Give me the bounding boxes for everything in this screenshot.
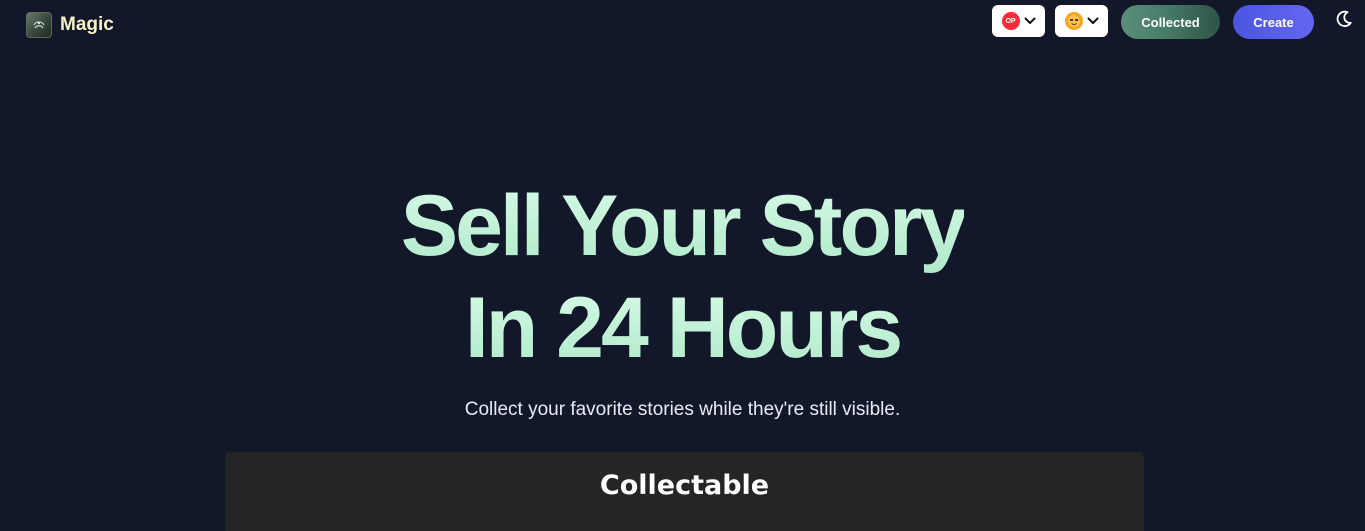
hero-title-line-1: Sell Your Story — [401, 175, 968, 277]
magic-logo-icon — [26, 12, 52, 38]
hero-heading: Sell Your Story In 24 Hours — [0, 175, 1365, 379]
network-badge: OP — [1001, 12, 1020, 30]
emoji-avatar-icon — [1064, 12, 1083, 30]
brand-name: Magic — [60, 14, 114, 35]
brand-home-link[interactable]: Magic — [26, 12, 114, 38]
hero-subtitle: Collect your favorite stories while they… — [464, 399, 901, 420]
collectable-panel: Collectable — [225, 452, 1144, 531]
network-selector[interactable]: OP — [992, 5, 1045, 37]
collected-button[interactable]: Collected — [1121, 5, 1220, 39]
moon-icon[interactable] — [1334, 9, 1354, 29]
hero-title-line-2: In 24 Hours — [465, 277, 903, 379]
chevron-down-icon — [1087, 17, 1098, 24]
top-navbar: Magic OP Collected Create — [0, 0, 1365, 50]
create-button[interactable]: Create — [1233, 5, 1314, 39]
chevron-down-icon — [1024, 17, 1035, 24]
section-title: Collectable — [599, 470, 770, 501]
account-selector[interactable] — [1055, 5, 1108, 37]
